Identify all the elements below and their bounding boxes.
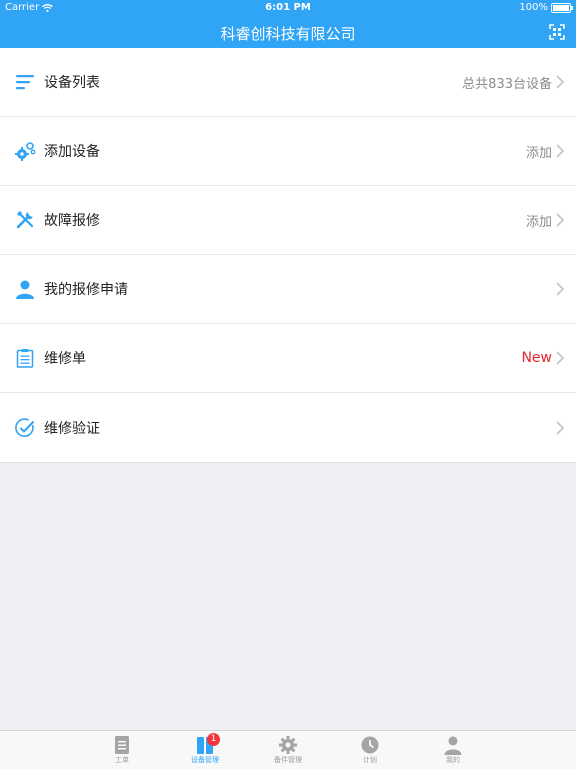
- page-title: 科睿创科技有限公司: [220, 25, 356, 43]
- chevron-right-icon: [556, 282, 565, 296]
- menu-item-add-device[interactable]: 添加设备 添加: [0, 117, 576, 186]
- battery-icon: [551, 2, 573, 13]
- clipboard-icon: [14, 347, 36, 369]
- tab-label: 工单: [115, 756, 129, 764]
- new-badge: New: [521, 350, 552, 366]
- chevron-right-icon: [556, 213, 565, 227]
- menu-item-device-list[interactable]: 设备列表 总共833台设备: [0, 48, 576, 117]
- tab-device-management[interactable]: 1 设备管理: [175, 731, 235, 769]
- device-count: 总共833台设备: [462, 76, 552, 92]
- chevron-right-icon: [556, 420, 565, 435]
- clock-icon: [361, 736, 379, 754]
- tab-label: 备件管理: [274, 756, 302, 764]
- menu-item-label: 维修单: [44, 351, 86, 367]
- list-icon: [14, 71, 36, 93]
- notification-badge: 1: [207, 733, 220, 746]
- scan-icon[interactable]: [549, 24, 565, 40]
- chevron-right-icon: [556, 75, 565, 89]
- add-label: 添加: [525, 145, 552, 161]
- user-icon: [444, 736, 462, 755]
- check-circle-icon: [14, 417, 36, 439]
- nav-bar: 科睿创科技有限公司: [0, 16, 576, 48]
- tab-label: 计划: [363, 756, 377, 764]
- menu-item-label: 我的报修申请: [44, 282, 128, 298]
- tab-mine[interactable]: 我的: [423, 731, 483, 769]
- tab-work-orders[interactable]: 工单: [92, 731, 152, 769]
- menu-item-label: 设备列表: [44, 75, 100, 91]
- tab-label: 我的: [446, 756, 460, 764]
- status-bar: Carrier 6:01 PM 100%: [0, 0, 576, 16]
- battery-indicator: 100%: [519, 2, 573, 13]
- tab-spare-parts[interactable]: 备件管理: [258, 731, 318, 769]
- add-label: 添加: [525, 214, 552, 230]
- menu-item-fault-report[interactable]: 故障报修 添加: [0, 186, 576, 255]
- tab-bar: 工单 1 设备管理 备件管理 计划 我的: [0, 730, 576, 769]
- chevron-right-icon: [556, 144, 565, 158]
- gear-icon: [279, 736, 297, 754]
- menu-item-label: 维修验证: [44, 420, 100, 437]
- menu-list: 设备列表 总共833台设备 添加设备 添加 故障报修 添加 我的报修申请 维修单…: [0, 48, 576, 463]
- chevron-right-icon: [556, 351, 565, 365]
- battery-percent: 100%: [519, 2, 548, 13]
- tab-label: 设备管理: [191, 756, 219, 764]
- status-time: 6:01 PM: [265, 2, 311, 13]
- tab-plan[interactable]: 计划: [340, 731, 400, 769]
- menu-item-label: 故障报修: [44, 213, 100, 229]
- menu-item-my-repair-requests[interactable]: 我的报修申请: [0, 255, 576, 324]
- document-icon: [115, 736, 129, 754]
- gears-icon: [14, 140, 36, 162]
- user-icon: [14, 278, 36, 300]
- menu-item-work-order[interactable]: 维修单 New: [0, 324, 576, 393]
- tools-icon: [14, 209, 36, 231]
- menu-item-label: 添加设备: [44, 144, 100, 160]
- menu-item-repair-verification[interactable]: 维修验证: [0, 393, 576, 463]
